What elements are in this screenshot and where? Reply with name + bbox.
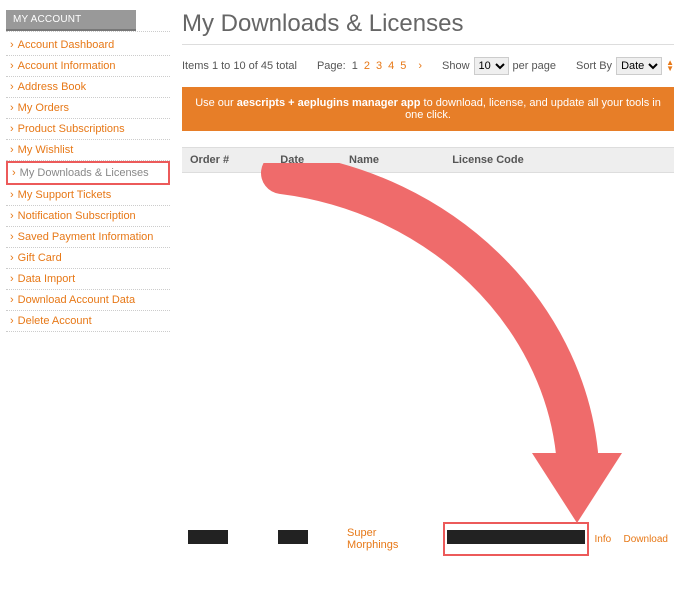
pagination: Page: 12345 › — [317, 60, 422, 72]
page-link[interactable]: 1 — [352, 60, 358, 72]
redacted-text — [278, 530, 308, 544]
sidebar-item[interactable]: › Download Account Data — [6, 290, 170, 311]
sidebar-item-label: Saved Payment Information — [18, 231, 154, 243]
redacted-text — [188, 530, 228, 544]
table-row: Super Morphings Info Download — [182, 523, 674, 555]
chevron-right-icon: › — [10, 39, 14, 51]
items-summary: Items 1 to 10 of 45 total — [182, 60, 297, 72]
sidebar-item[interactable]: › Product Subscriptions — [6, 119, 170, 140]
chevron-right-icon: › — [10, 210, 14, 222]
chevron-right-icon: › — [10, 315, 14, 327]
sort-label: Sort By — [576, 60, 612, 72]
page-link[interactable]: 4 — [388, 60, 394, 72]
cell-order — [182, 523, 272, 555]
col-info — [588, 148, 618, 173]
main-content: My Downloads & Licenses Items 1 to 10 of… — [182, 10, 674, 556]
per-page-select[interactable]: 10 — [474, 57, 509, 75]
product-name-link[interactable]: Super Morphings — [347, 527, 397, 551]
chevron-right-icon: › — [10, 144, 14, 156]
sidebar-item-label: Product Subscriptions — [18, 123, 125, 135]
info-banner[interactable]: Use our aescripts + aeplugins manager ap… — [182, 87, 674, 131]
chevron-down-icon: ▼ — [666, 66, 674, 72]
sidebar-item-label: My Wishlist — [18, 144, 74, 156]
cell-date — [272, 523, 341, 555]
sidebar-item[interactable]: › Data Import — [6, 269, 170, 290]
sidebar-item-label: Account Dashboard — [18, 39, 115, 51]
sidebar-item[interactable]: › Gift Card — [6, 248, 170, 269]
cell-info: Info — [588, 523, 618, 555]
spacer — [182, 173, 674, 523]
chevron-right-icon: › — [10, 102, 14, 114]
page-title: My Downloads & Licenses — [182, 10, 674, 45]
sidebar-item[interactable]: › My Wishlist — [6, 140, 170, 161]
sort-direction-toggle[interactable]: ▲ ▼ — [666, 60, 674, 72]
sidebar-item[interactable]: › My Downloads & Licenses — [6, 161, 170, 185]
chevron-right-icon: › — [10, 252, 14, 264]
divider — [6, 31, 170, 32]
chevron-right-icon: › — [10, 123, 14, 135]
sidebar-item[interactable]: › My Support Tickets — [6, 185, 170, 206]
banner-bold: aescripts + aeplugins manager app — [237, 97, 421, 109]
sidebar-item-label: Account Information — [18, 60, 116, 72]
sidebar-item-label: My Downloads & Licenses — [20, 167, 149, 179]
sidebar-item-label: Address Book — [18, 81, 86, 93]
sidebar-item[interactable]: › Saved Payment Information — [6, 227, 170, 248]
chevron-right-icon: › — [10, 294, 14, 306]
licenses-table: Order # Date Name License Code — [182, 147, 674, 556]
col-order: Order # — [182, 148, 272, 173]
sidebar-item-label: Delete Account — [18, 315, 92, 327]
chevron-right-icon: › — [10, 60, 14, 72]
page-link[interactable]: 5 — [400, 60, 406, 72]
banner-suffix: to download, license, and update all you… — [405, 97, 661, 121]
sidebar-item[interactable]: › Address Book — [6, 77, 170, 98]
sidebar-item-label: My Orders — [18, 102, 69, 114]
sidebar-item-label: Gift Card — [18, 252, 62, 264]
next-page-link[interactable]: › — [418, 60, 422, 72]
sidebar-item-label: My Support Tickets — [18, 189, 112, 201]
page-link[interactable]: 2 — [364, 60, 370, 72]
cell-name: Super Morphings — [341, 523, 444, 555]
page-label: Page: — [317, 60, 346, 72]
sidebar-item[interactable]: › My Orders — [6, 98, 170, 119]
page-link[interactable]: 3 — [376, 60, 382, 72]
chevron-right-icon: › — [10, 81, 14, 93]
show-label: Show — [442, 60, 470, 72]
col-date: Date — [272, 148, 341, 173]
sidebar-item-label: Download Account Data — [18, 294, 135, 306]
sidebar-item[interactable]: › Delete Account — [6, 311, 170, 332]
sidebar-item-label: Data Import — [18, 273, 75, 285]
sidebar-item[interactable]: › Notification Subscription — [6, 206, 170, 227]
sidebar-item[interactable]: › Account Dashboard — [6, 35, 170, 56]
chevron-right-icon: › — [10, 189, 14, 201]
sidebar-header: MY ACCOUNT — [6, 10, 136, 31]
chevron-right-icon: › — [12, 167, 16, 179]
toolbar: Items 1 to 10 of 45 total Page: 12345 › … — [182, 57, 674, 75]
info-link[interactable]: Info — [595, 534, 612, 545]
col-license: License Code — [444, 148, 587, 173]
redacted-license-code — [447, 530, 584, 544]
banner-prefix: Use our — [195, 97, 237, 109]
sidebar-item[interactable]: › Account Information — [6, 56, 170, 77]
cell-download: Download — [618, 523, 674, 555]
col-name: Name — [341, 148, 444, 173]
col-download — [618, 148, 674, 173]
sidebar-item-label: Notification Subscription — [18, 210, 136, 222]
download-link[interactable]: Download — [624, 534, 668, 545]
chevron-right-icon: › — [10, 273, 14, 285]
annotation-arrow — [242, 163, 622, 536]
chevron-right-icon: › — [10, 231, 14, 243]
per-page-control: Show 10 per page — [442, 57, 556, 75]
cell-license-code — [444, 523, 587, 555]
per-page-suffix: per page — [513, 60, 556, 72]
sort-control: Sort By Date ▲ ▼ — [576, 57, 674, 75]
sort-select[interactable]: Date — [616, 57, 662, 75]
sidebar: MY ACCOUNT › Account Dashboard › Account In… — [6, 10, 170, 556]
